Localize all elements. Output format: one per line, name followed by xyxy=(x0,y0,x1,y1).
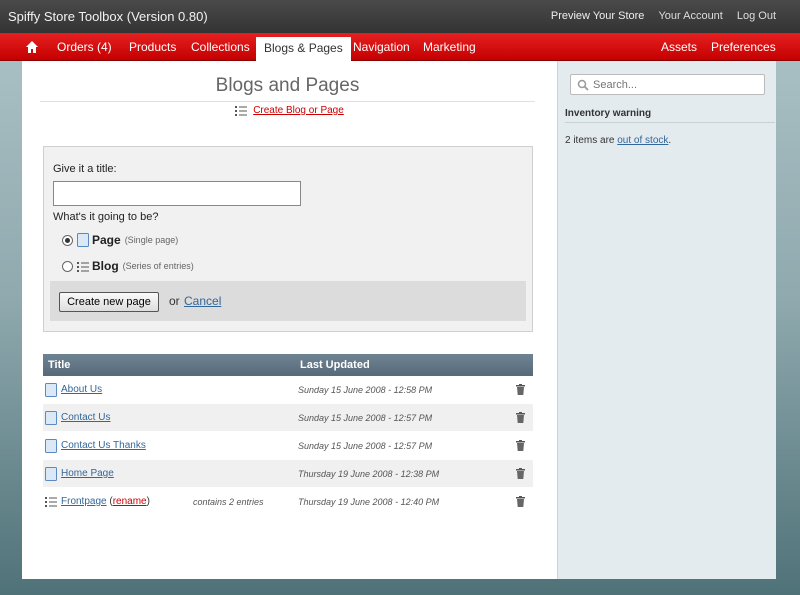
title-input[interactable] xyxy=(53,181,301,206)
main-content: Blogs and Pages Create Blog or Page Give… xyxy=(22,61,557,579)
blog-option[interactable]: Blog (Series of entries) xyxy=(62,259,194,273)
app-title: Spiffy Store Toolbox (Version 0.80) xyxy=(8,9,208,24)
page-icon xyxy=(45,383,57,397)
create-form: Give it a title: What's it going to be? … xyxy=(43,146,533,332)
nav-products[interactable]: Products xyxy=(121,33,184,61)
search-box[interactable] xyxy=(570,74,765,95)
out-of-stock-link[interactable]: out of stock xyxy=(617,135,668,146)
row-title-link[interactable]: Home Page xyxy=(61,468,114,479)
rename-link[interactable]: rename xyxy=(113,496,147,507)
row-title-link[interactable]: About Us xyxy=(61,384,102,395)
row-title-link[interactable]: Contact Us xyxy=(61,412,110,423)
row-type-icon xyxy=(45,383,57,397)
row-title-group: Frontpage (rename) xyxy=(61,496,150,507)
table-row: About Us Sunday 15 June 2008 - 12:58 PM xyxy=(43,376,533,404)
page-option-hint: (Single page) xyxy=(124,235,179,245)
row-last-updated: Thursday 19 June 2008 - 12:40 PM xyxy=(298,497,440,507)
nav-orders[interactable]: Orders (4) xyxy=(49,33,120,61)
page-icon xyxy=(45,439,57,453)
sidebar: Inventory warning 2 items are out of sto… xyxy=(557,61,776,579)
row-last-updated: Sunday 15 June 2008 - 12:57 PM xyxy=(298,441,433,451)
type-label: What's it going to be? xyxy=(53,211,159,223)
page-option[interactable]: Page (Single page) xyxy=(62,233,178,247)
create-link-row: Create Blog or Page xyxy=(22,105,557,116)
row-title-link[interactable]: Contact Us Thanks xyxy=(61,440,146,451)
page-icon xyxy=(45,411,57,425)
inventory-heading: Inventory warning xyxy=(565,108,775,123)
blog-radio[interactable] xyxy=(62,260,73,272)
row-title-link[interactable]: Frontpage xyxy=(61,496,107,507)
trash-icon[interactable] xyxy=(516,468,525,479)
page-title: Blogs and Pages xyxy=(40,75,535,102)
page-icon xyxy=(45,467,57,481)
inventory-text: 2 items are out of stock. xyxy=(565,135,671,146)
nav-collections[interactable]: Collections xyxy=(183,33,258,61)
trash-icon[interactable] xyxy=(516,440,525,451)
top-links: Preview Your Store Your Account Log Out xyxy=(551,10,776,22)
list-icon xyxy=(77,261,89,272)
trash-icon[interactable] xyxy=(516,412,525,423)
cancel-link[interactable]: Cancel xyxy=(184,294,221,308)
table-header: Title Last Updated xyxy=(43,354,533,376)
search-input[interactable] xyxy=(593,77,761,92)
nav-preferences[interactable]: Preferences xyxy=(703,33,784,61)
row-type-icon xyxy=(45,467,57,481)
log-out-link[interactable]: Log Out xyxy=(737,10,776,22)
inventory-text-prefix: 2 items are xyxy=(565,135,618,146)
nav-navigation[interactable]: Navigation xyxy=(345,33,418,61)
header-title: Title xyxy=(48,359,71,371)
your-account-link[interactable]: Your Account xyxy=(658,10,722,22)
trash-icon[interactable] xyxy=(516,496,525,507)
list-icon xyxy=(45,496,57,507)
nav-marketing[interactable]: Marketing xyxy=(415,33,484,61)
form-footer: Create new page or Cancel xyxy=(50,281,526,321)
table-row: Contact Us Thanks Sunday 15 June 2008 - 1… xyxy=(43,432,533,460)
page-radio[interactable] xyxy=(62,234,73,246)
create-blog-page-link[interactable]: Create Blog or Page xyxy=(253,105,344,116)
table-row: Contact Us Sunday 15 June 2008 - 12:57 PM xyxy=(43,404,533,432)
row-type-icon xyxy=(45,411,57,425)
search-icon xyxy=(577,79,589,91)
row-last-updated: Sunday 15 June 2008 - 12:58 PM xyxy=(298,385,433,395)
preview-store-link[interactable]: Preview Your Store xyxy=(551,10,645,22)
row-type-icon xyxy=(45,439,57,453)
create-new-page-button[interactable]: Create new page xyxy=(59,292,159,312)
row-last-updated: Sunday 15 June 2008 - 12:57 PM xyxy=(298,413,433,423)
main-nav: Orders (4) Products Collections Blogs & … xyxy=(0,33,800,61)
title-label: Give it a title: xyxy=(53,163,117,175)
inventory-text-suffix: . xyxy=(668,135,672,146)
nav-assets[interactable]: Assets xyxy=(653,33,705,61)
home-icon[interactable] xyxy=(26,41,38,53)
pages-table: Title Last Updated About Us Sunday 15 Jun… xyxy=(43,354,533,516)
top-bar: Spiffy Store Toolbox (Version 0.80) Prev… xyxy=(0,0,800,33)
page-option-label: Page xyxy=(92,233,121,247)
or-text: or xyxy=(169,294,180,308)
nav-blogs-pages[interactable]: Blogs & Pages xyxy=(256,37,351,61)
header-last-updated: Last Updated xyxy=(300,359,370,371)
table-row: Home Page Thursday 19 June 2008 - 12:38 P… xyxy=(43,460,533,488)
blog-option-hint: (Series of entries) xyxy=(122,261,194,271)
trash-icon[interactable] xyxy=(516,384,525,395)
table-row: Frontpage (rename) contains 2 entries Thur… xyxy=(43,488,533,516)
page-icon xyxy=(77,233,89,247)
row-entries-count: contains 2 entries xyxy=(193,497,264,507)
blog-option-label: Blog xyxy=(92,259,119,273)
row-last-updated: Thursday 19 June 2008 - 12:38 PM xyxy=(298,469,440,479)
list-icon xyxy=(235,106,248,116)
